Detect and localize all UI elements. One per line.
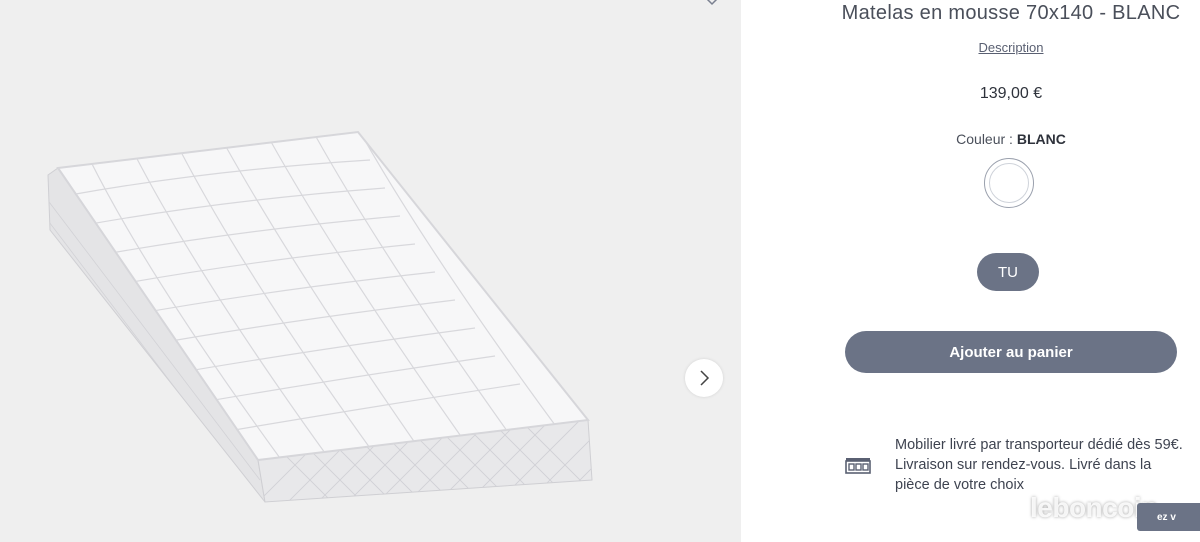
delivery-truck-icon [845,458,871,474]
product-image-gallery [0,0,741,542]
chevron-right-icon [700,370,710,386]
description-link[interactable]: Description [741,40,1200,55]
color-swatch-white[interactable] [984,158,1034,208]
corner-button[interactable]: ez v [1137,503,1200,531]
size-option-button[interactable]: TU [977,253,1039,291]
color-selection-label: Couleur : BLANC [741,131,1200,147]
color-label: Couleur : [956,131,1013,147]
mattress-product-image [47,130,593,503]
chevron-down-icon[interactable] [702,0,722,8]
delivery-info-text: Mobilier livré par transporteur dédié dè… [895,437,1183,493]
add-to-cart-button[interactable]: Ajouter au panier [845,331,1177,373]
product-details-panel: Matelas en mousse 70x140 - BLANC Descrip… [741,0,1200,542]
product-price: 139,00 € [979,85,1043,102]
color-value: BLANC [1016,131,1066,147]
product-title: Matelas en mousse 70x140 - BLANC [841,2,1181,24]
next-image-button[interactable] [685,359,723,397]
